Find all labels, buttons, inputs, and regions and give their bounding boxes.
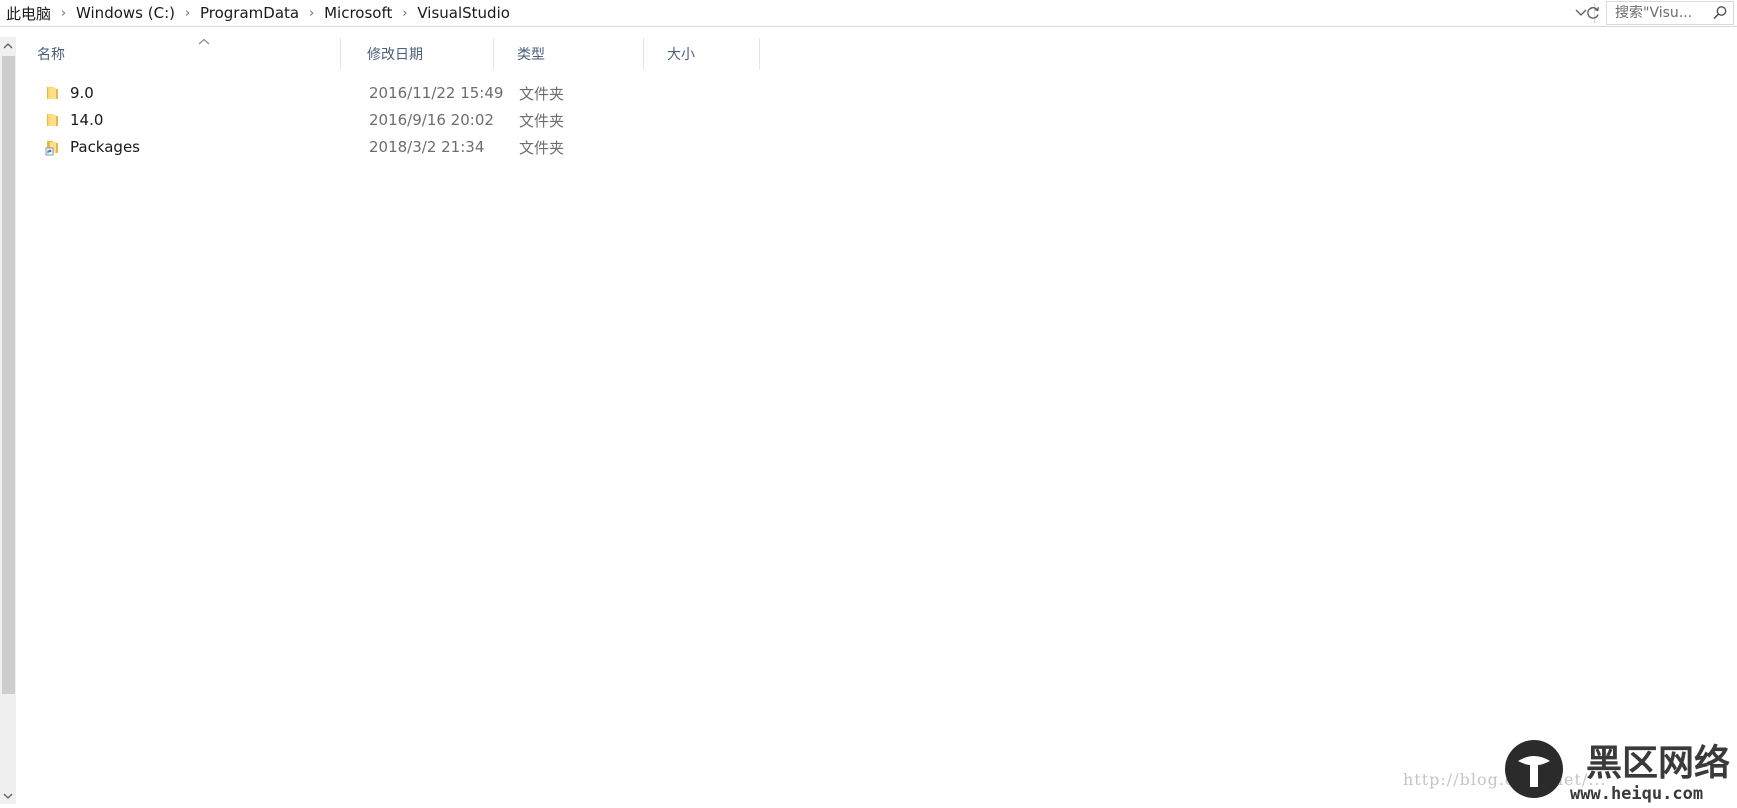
chevron-up-icon [3, 42, 13, 48]
file-name: 9.0 [70, 84, 94, 102]
file-type: 文件夹 [519, 111, 565, 130]
breadcrumb-visualstudio[interactable]: VisualStudio [417, 4, 510, 22]
logo-title: 黑区网络 [1586, 742, 1730, 784]
file-row[interactable]: Packages 2018/3/2 21:34 文件夹 [16, 134, 1737, 160]
column-header-size-label: 大小 [667, 47, 695, 63]
file-date: 2018/3/2 21:34 [369, 138, 485, 156]
column-header-name[interactable]: 名称 [30, 38, 341, 70]
refresh-icon [1587, 7, 1599, 19]
column-header-size[interactable]: 大小 [660, 38, 760, 70]
search-box[interactable] [1606, 1, 1734, 25]
chevron-right-icon[interactable]: › [299, 6, 324, 21]
column-header-date[interactable]: 修改日期 [360, 38, 494, 70]
address-bar: 此电脑 › Windows (C:) › ProgramData › Micro… [0, 0, 1737, 27]
file-type: 文件夹 [519, 138, 565, 157]
column-header-name-label: 名称 [37, 47, 65, 63]
folder-icon [47, 87, 58, 99]
breadcrumb-windows-c[interactable]: Windows (C:) [76, 4, 175, 22]
file-date: 2016/9/16 20:02 [369, 111, 494, 129]
file-name: 14.0 [70, 111, 104, 129]
file-date: 2016/11/22 15:49 [369, 84, 504, 102]
search-icon[interactable] [1711, 4, 1729, 22]
chevron-down-icon [3, 793, 13, 799]
breadcrumb-programdata[interactable]: ProgramData [200, 4, 299, 22]
column-header-row: 名称 修改日期 类型 大小 [16, 38, 1737, 70]
chevron-right-icon[interactable]: › [51, 6, 76, 21]
scroll-up-button[interactable] [0, 37, 16, 53]
file-name: Packages [70, 138, 140, 156]
search-input[interactable] [1615, 3, 1707, 23]
file-row[interactable]: 14.0 2016/9/16 20:02 文件夹 [16, 107, 1737, 133]
file-row[interactable]: 9.0 2016/11/22 15:49 文件夹 [16, 80, 1737, 106]
breadcrumb-this-pc[interactable]: 此电脑 [6, 3, 51, 24]
vertical-scrollbar[interactable] [0, 37, 16, 804]
site-logo: 黑区网络 www.heiqu.com [1500, 737, 1737, 804]
folder-icon [47, 114, 58, 126]
scroll-down-button[interactable] [0, 788, 16, 804]
refresh-button[interactable] [1583, 3, 1603, 23]
chevron-right-icon[interactable]: › [175, 6, 200, 21]
logo-site: www.heiqu.com [1570, 784, 1703, 804]
column-header-date-label: 修改日期 [367, 47, 423, 63]
scroll-thumb[interactable] [2, 56, 15, 694]
file-type: 文件夹 [519, 84, 565, 103]
column-header-type[interactable]: 类型 [510, 38, 644, 70]
column-header-type-label: 类型 [517, 47, 545, 63]
site-logo-graphic: 黑区网络 www.heiqu.com [1505, 740, 1730, 804]
breadcrumb-microsoft[interactable]: Microsoft [324, 4, 392, 22]
folder-shortcut-icon [45, 141, 58, 156]
breadcrumb: 此电脑 › Windows (C:) › ProgramData › Micro… [6, 2, 510, 24]
chevron-right-icon[interactable]: › [392, 6, 417, 21]
